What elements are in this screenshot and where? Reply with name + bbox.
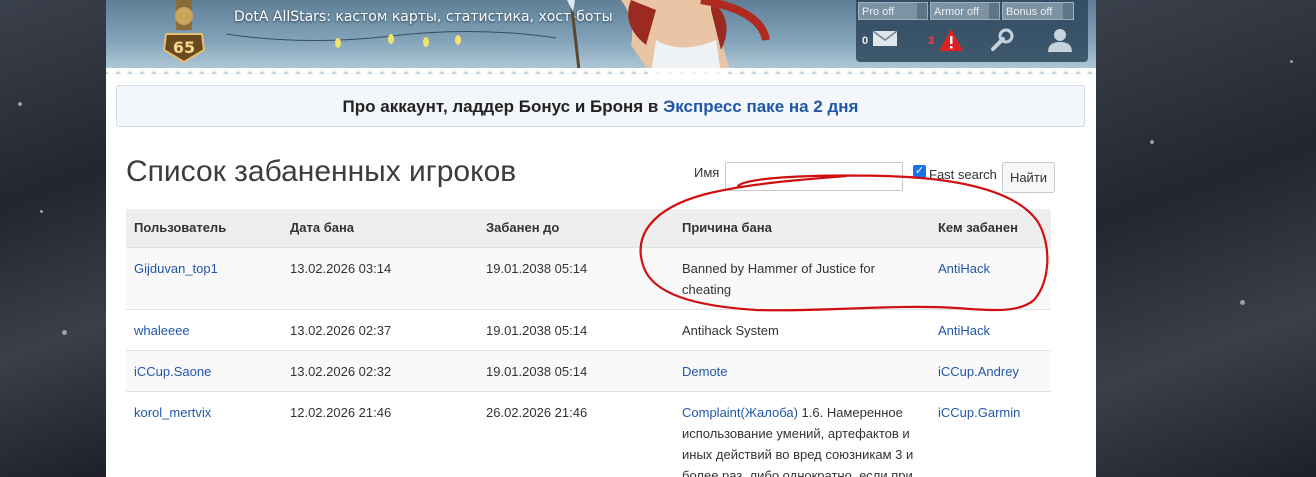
user-link[interactable]: Gijduvan_top1 bbox=[134, 261, 218, 276]
pro-toggle[interactable]: Pro off bbox=[858, 2, 928, 20]
level-badge: 65 bbox=[173, 38, 195, 57]
level-emblem: 65 bbox=[162, 0, 206, 64]
main-content: 65 DotA AllStars: кастом карты, статисти… bbox=[106, 0, 1096, 477]
promo-link[interactable]: Экспресс паке на 2 дня bbox=[663, 97, 858, 116]
messages-count: 0 bbox=[862, 35, 869, 47]
user-link[interactable]: whaleeee bbox=[134, 323, 190, 338]
ban-date: 12.02.2026 21:46 bbox=[282, 390, 478, 477]
promo-banner: Про аккаунт, ладдер Бонус и Броня в Эксп… bbox=[116, 85, 1085, 127]
find-button[interactable]: Найти bbox=[1002, 162, 1055, 193]
ban-reason: Antihack System bbox=[674, 308, 930, 350]
table-row: whaleeee 13.02.2026 02:37 19.01.2038 05:… bbox=[126, 308, 1051, 350]
hero-artwork bbox=[567, 0, 770, 74]
bonus-toggle[interactable]: Bonus off bbox=[1002, 2, 1074, 20]
mail-icon[interactable] bbox=[872, 28, 898, 48]
warning-icon[interactable] bbox=[938, 28, 964, 52]
page-background-right bbox=[1096, 0, 1316, 477]
user-link[interactable]: korol_mertvix bbox=[134, 405, 211, 420]
fast-search-label: Fast search bbox=[929, 167, 997, 182]
page-background-left bbox=[0, 0, 106, 477]
table-row: iCCup.Saone 13.02.2026 02:32 19.01.2038 … bbox=[126, 349, 1051, 391]
column-header-banned-until: Забанен до bbox=[478, 209, 674, 247]
ban-reason: Demote bbox=[674, 349, 930, 391]
snowflake bbox=[40, 210, 43, 213]
user-icon[interactable] bbox=[1046, 28, 1074, 52]
reason-text: Antihack System bbox=[682, 322, 779, 338]
table-row: Gijduvan_top1 13.02.2026 03:14 19.01.203… bbox=[126, 246, 1051, 309]
snowflake bbox=[18, 102, 22, 106]
search-input[interactable] bbox=[725, 162, 903, 191]
ban-date: 13.02.2026 03:14 bbox=[282, 246, 478, 309]
column-header-reason: Причина бана bbox=[674, 209, 930, 247]
snowflake bbox=[1290, 60, 1293, 63]
promo-text: Про аккаунт, ладдер Бонус и Броня в bbox=[342, 97, 664, 116]
armor-toggle[interactable]: Armor off bbox=[930, 2, 1000, 20]
ban-date: 13.02.2026 02:37 bbox=[282, 308, 478, 350]
reason-link[interactable]: Complaint(Жалоба) bbox=[682, 405, 798, 420]
site-header: 65 DotA AllStars: кастом карты, статисти… bbox=[106, 0, 1096, 74]
user-link[interactable]: iCCup.Saone bbox=[134, 364, 211, 379]
ban-date: 13.02.2026 02:32 bbox=[282, 349, 478, 391]
header-snow-border bbox=[106, 68, 1096, 74]
banned-until: 19.01.2038 05:14 bbox=[478, 246, 674, 309]
banned-by-link[interactable]: iCCup.Andrey bbox=[938, 364, 1019, 379]
alerts-count: 3 bbox=[928, 35, 935, 47]
wrench-icon[interactable] bbox=[990, 28, 1014, 52]
banned-by-link[interactable]: AntiHack bbox=[938, 323, 990, 338]
snowflake bbox=[1240, 300, 1245, 305]
banned-players-table: Пользователь Дата бана Забанен до Причин… bbox=[126, 209, 1051, 477]
ban-reason: Complaint(Жалоба) 1.6. Намеренное исполь… bbox=[674, 390, 930, 477]
user-panel: Pro off Armor off Bonus off 0 3 bbox=[856, 0, 1088, 62]
banned-until: 19.01.2038 05:14 bbox=[478, 349, 674, 391]
column-header-ban-date: Дата бана bbox=[282, 209, 478, 247]
snowflake bbox=[1150, 140, 1154, 144]
banned-by-link[interactable]: AntiHack bbox=[938, 261, 990, 276]
column-header-user: Пользователь bbox=[126, 209, 282, 247]
banned-by-link[interactable]: iCCup.Garmin bbox=[938, 405, 1020, 420]
column-header-banned-by: Кем забанен bbox=[930, 209, 1051, 247]
banned-until: 19.01.2038 05:14 bbox=[478, 308, 674, 350]
site-tagline: DotA AllStars: кастом карты, статистика,… bbox=[234, 9, 613, 25]
reason-link[interactable]: Demote bbox=[682, 364, 728, 379]
ban-reason: Banned by Hammer of Justice for cheating bbox=[674, 246, 930, 309]
snowflake bbox=[62, 330, 67, 335]
banned-until: 26.02.2026 21:46 bbox=[478, 390, 674, 477]
search-label: Имя bbox=[694, 165, 720, 180]
reason-text: Banned by Hammer of Justice for cheating bbox=[682, 260, 875, 297]
festive-lights bbox=[226, 30, 556, 48]
fast-search-checkbox[interactable]: ✓ bbox=[913, 165, 926, 178]
table-row: korol_mertvix 12.02.2026 21:46 26.02.202… bbox=[126, 390, 1051, 477]
table-header-row: Пользователь Дата бана Забанен до Причин… bbox=[126, 209, 1051, 247]
page-title: Список забаненных игроков bbox=[126, 155, 517, 188]
